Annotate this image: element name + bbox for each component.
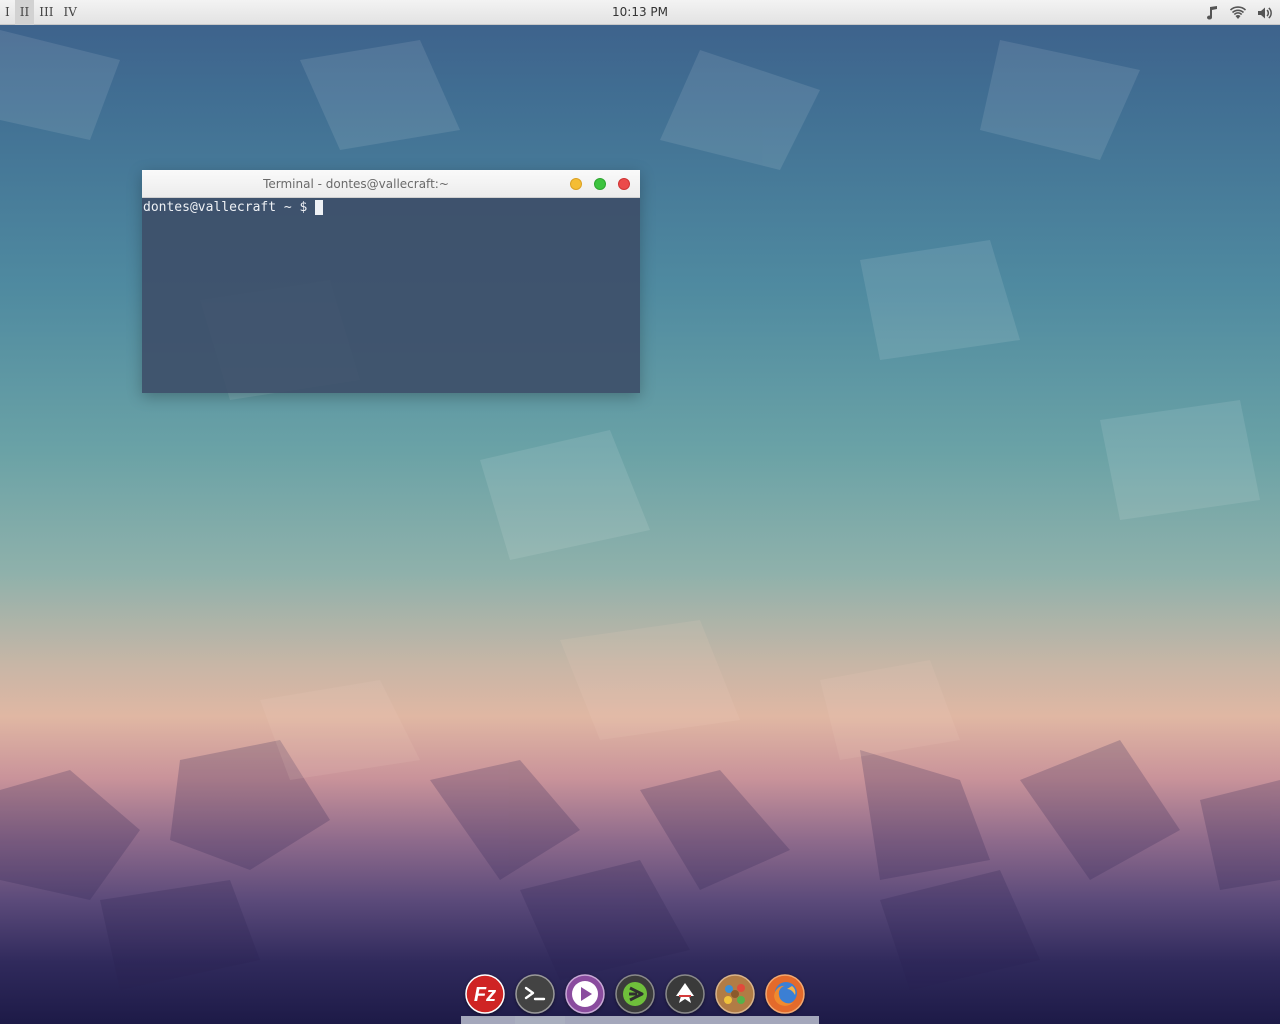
maximize-button[interactable] (594, 178, 606, 190)
minimize-button[interactable] (570, 178, 582, 190)
dock-item-terminal[interactable] (515, 974, 555, 1014)
firefox-icon (765, 974, 805, 1014)
terminal-body[interactable]: dontes@vallecraft ~ $ (142, 198, 640, 393)
dock-item-filezilla[interactable]: Fz (465, 974, 505, 1014)
wallpaper-facets (0, 30, 1280, 990)
sublime-text-icon (615, 974, 655, 1014)
text-cursor (315, 200, 324, 215)
filezilla-icon: Fz (465, 974, 505, 1014)
close-button[interactable] (618, 178, 630, 190)
svg-text:Fz: Fz (474, 984, 496, 1006)
workspace-switcher: I II III IV (0, 0, 82, 25)
workspace-1[interactable]: I (0, 0, 15, 25)
inkscape-icon (665, 974, 705, 1014)
dock-item-gimp[interactable] (715, 974, 755, 1014)
prompt-line: dontes@vallecraft ~ $ (143, 199, 640, 216)
clock[interactable]: 10:13 PM (612, 5, 668, 19)
terminal-icon (515, 974, 555, 1014)
window-title: Terminal - dontes@vallecraft:~ (263, 177, 449, 191)
system-tray (1204, 0, 1272, 25)
dock: Fz (465, 974, 805, 1014)
dock-item-inkscape[interactable] (665, 974, 705, 1014)
dock-item-media-player[interactable] (565, 974, 605, 1014)
workspace-3[interactable]: III (34, 0, 58, 25)
terminal-window[interactable]: Terminal - dontes@vallecraft:~ dontes@va… (142, 170, 640, 393)
wifi-icon[interactable] (1230, 5, 1246, 21)
dock-active-indicator (515, 1016, 565, 1024)
dock-item-firefox[interactable] (765, 974, 805, 1014)
terminal-titlebar[interactable]: Terminal - dontes@vallecraft:~ (142, 170, 640, 198)
music-note-icon[interactable] (1204, 5, 1220, 21)
workspace-4[interactable]: IV (58, 0, 81, 25)
top-panel: I II III IV 10:13 PM (0, 0, 1280, 25)
media-player-icon (565, 974, 605, 1014)
clock-container: 10:13 PM (0, 0, 1280, 25)
shell-prompt: dontes@vallecraft ~ $ (143, 200, 308, 215)
dock-item-sublime-text[interactable] (615, 974, 655, 1014)
volume-icon[interactable] (1256, 5, 1272, 21)
gimp-icon (715, 974, 755, 1014)
workspace-2[interactable]: II (14, 0, 35, 25)
